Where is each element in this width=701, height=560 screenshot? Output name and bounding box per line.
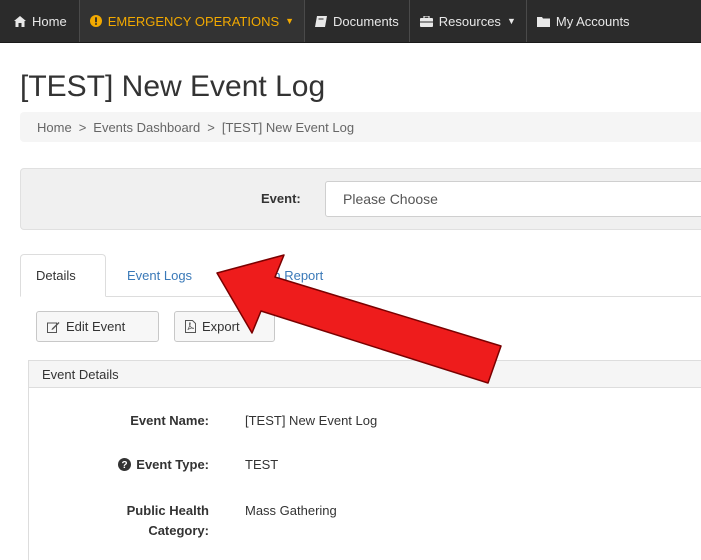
nav-home[interactable]: Home	[0, 0, 80, 42]
event-selector-well: Event: Please Choose	[20, 168, 701, 230]
nav-my-accounts[interactable]: My Accounts	[527, 0, 640, 42]
nav-documents[interactable]: Documents	[305, 0, 410, 42]
export-button[interactable]: Export	[174, 311, 275, 342]
edit-event-button[interactable]: Edit Event	[36, 311, 159, 342]
nav-resources-label: Resources	[438, 13, 501, 29]
home-icon	[14, 15, 26, 27]
export-label: Export	[202, 319, 240, 334]
breadcrumb-separator: >	[207, 119, 215, 135]
briefcase-icon	[419, 15, 433, 27]
breadcrumb: Home > Events Dashboard > [TEST] New Eve…	[20, 112, 701, 142]
breadcrumb-separator: >	[78, 119, 87, 135]
event-label: Event:	[261, 191, 301, 206]
chevron-down-icon: ▼	[285, 16, 295, 26]
event-name-label: Event Name:	[130, 413, 209, 428]
svg-text:?: ?	[122, 460, 128, 471]
tab-event-logs[interactable]: Event Logs	[127, 254, 192, 297]
pdf-icon	[185, 320, 196, 333]
event-details-panel: Event Details Event Name: [TEST] New Eve…	[28, 360, 701, 560]
tab-situation-report[interactable]: Situation Report	[230, 254, 323, 297]
tab-bar: Details Event Logs Situation Report	[20, 254, 701, 297]
public-health-category-label-line1: Public Health	[126, 503, 209, 518]
panel-heading: Event Details	[29, 361, 701, 388]
public-health-category-label-line2: Category:	[148, 523, 209, 538]
edit-event-label: Edit Event	[66, 319, 126, 334]
question-icon[interactable]: ?	[118, 458, 132, 471]
book-icon	[315, 15, 328, 27]
breadcrumb-events-dashboard[interactable]: Events Dashboard	[93, 120, 200, 135]
event-select[interactable]: Please Choose	[325, 181, 701, 217]
breadcrumb-home[interactable]: Home	[37, 120, 72, 135]
nav-accounts-label: My Accounts	[555, 13, 630, 29]
top-navbar: Home EMERGENCY OPERATIONS ▼ Documents Re…	[0, 0, 701, 43]
tab-details[interactable]: Details	[20, 254, 106, 297]
event-type-label-group: ? Event Type:	[118, 457, 209, 472]
event-select-value: Please Choose	[343, 191, 438, 207]
event-type-label: Event Type:	[136, 457, 209, 472]
edit-icon	[47, 321, 60, 333]
nav-documents-label: Documents	[333, 13, 399, 29]
chevron-down-icon: ▼	[506, 16, 516, 26]
alert-icon	[89, 15, 102, 27]
page-title: [TEST] New Event Log	[20, 70, 326, 103]
nav-resources[interactable]: Resources ▼	[410, 0, 527, 42]
breadcrumb-current: [TEST] New Event Log	[221, 119, 355, 135]
nav-emergency-label: EMERGENCY OPERATIONS	[107, 13, 280, 29]
event-name-value: [TEST] New Event Log	[245, 413, 378, 428]
event-type-value: TEST	[245, 457, 279, 472]
nav-emergency-operations[interactable]: EMERGENCY OPERATIONS ▼	[79, 0, 306, 42]
nav-home-label: Home	[32, 13, 67, 29]
public-health-category-value: Mass Gathering	[245, 503, 337, 518]
folder-icon	[536, 16, 550, 27]
